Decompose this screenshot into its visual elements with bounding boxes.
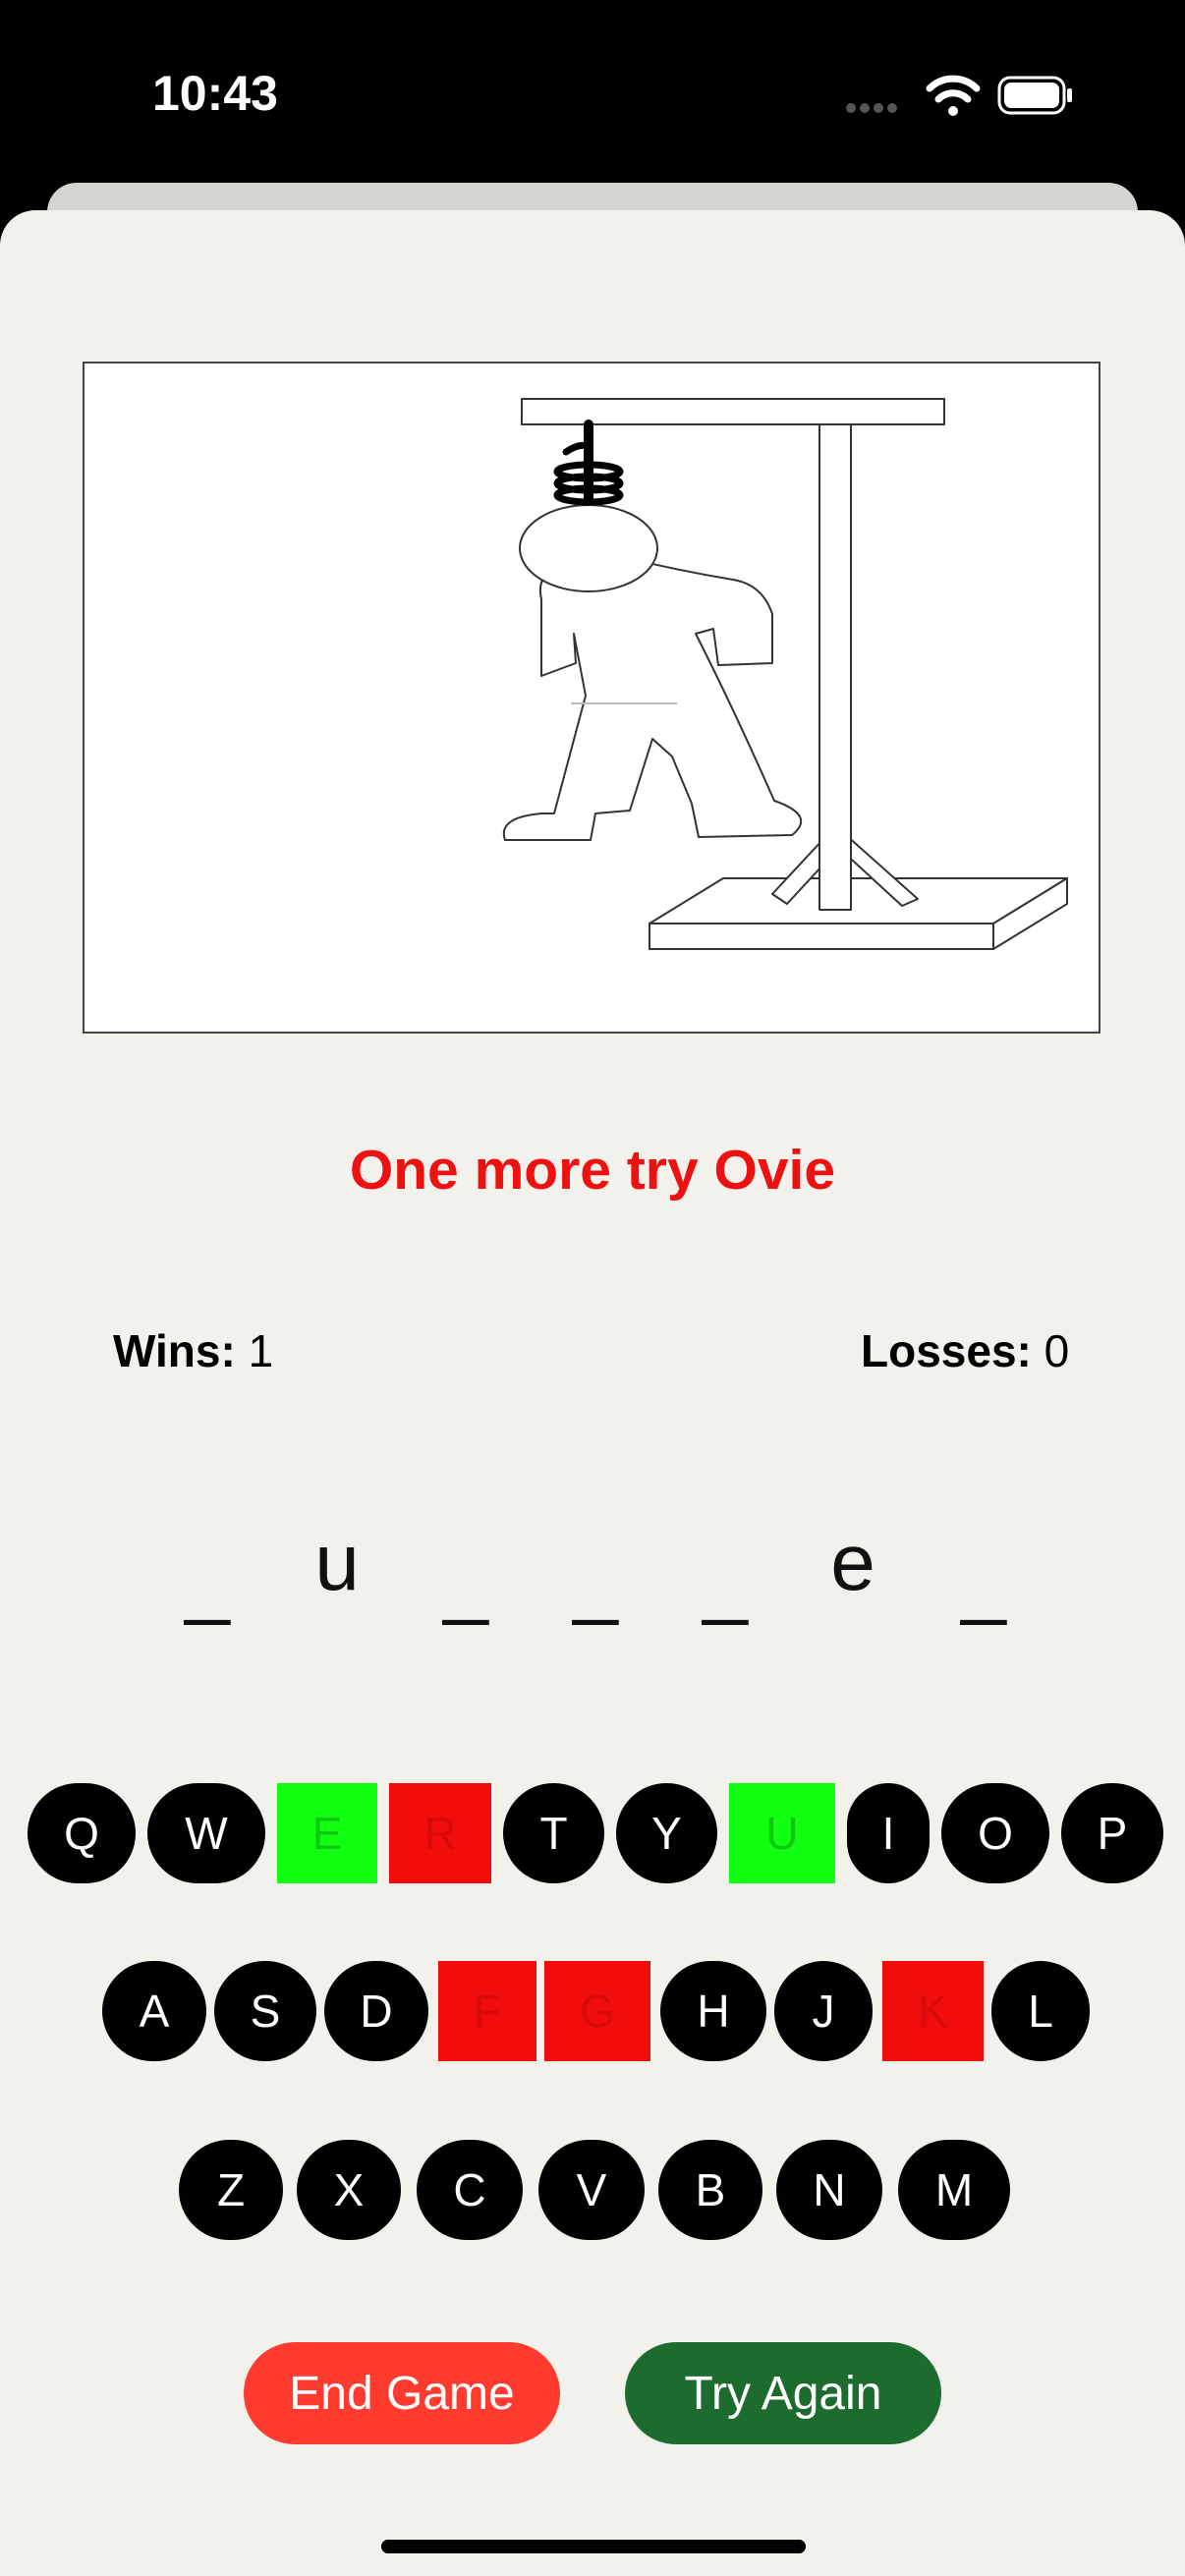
key-w[interactable]: W xyxy=(147,1783,265,1883)
end-game-button[interactable]: End Game xyxy=(244,2342,560,2444)
key-z[interactable]: Z xyxy=(179,2140,283,2240)
word-slot: _ xyxy=(443,1538,488,1627)
hangman-drawing xyxy=(502,398,1068,950)
key-t[interactable]: T xyxy=(503,1783,604,1883)
wins-score: Wins: 1 xyxy=(113,1324,273,1377)
key-o[interactable]: O xyxy=(941,1783,1049,1883)
figure-body xyxy=(502,554,803,841)
noose xyxy=(553,420,624,506)
word-display: _ u _ _ _ e _ xyxy=(0,1497,1185,1654)
gallows-beam xyxy=(521,398,945,425)
key-e[interactable]: E xyxy=(277,1783,377,1883)
battery-icon xyxy=(997,76,1072,115)
key-c[interactable]: C xyxy=(417,2140,523,2240)
gallows-post xyxy=(818,398,852,911)
key-f[interactable]: F xyxy=(438,1961,536,2061)
key-a[interactable]: A xyxy=(102,1961,206,2061)
key-q[interactable]: Q xyxy=(28,1783,136,1883)
key-i[interactable]: I xyxy=(847,1783,930,1883)
wins-value: 1 xyxy=(248,1325,274,1376)
word-slot: _ xyxy=(573,1538,618,1627)
word-slot: e xyxy=(830,1518,875,1607)
losses-value: 0 xyxy=(1044,1325,1070,1376)
key-j[interactable]: J xyxy=(774,1961,873,2061)
try-again-button[interactable]: Try Again xyxy=(625,2342,941,2444)
key-l[interactable]: L xyxy=(991,1961,1090,2061)
hangman-picture xyxy=(83,362,1100,1034)
status-icons xyxy=(845,71,1081,125)
key-h[interactable]: H xyxy=(660,1961,766,2061)
losses-score: Losses: 0 xyxy=(861,1324,1069,1377)
key-y[interactable]: Y xyxy=(616,1783,717,1883)
losses-label: Losses: xyxy=(861,1325,1032,1376)
key-d[interactable]: D xyxy=(324,1961,428,2061)
key-v[interactable]: V xyxy=(538,2140,645,2240)
home-indicator[interactable] xyxy=(381,2540,806,2553)
figure-head xyxy=(519,504,658,592)
word-slot: _ xyxy=(185,1538,230,1627)
gallows-base-front xyxy=(649,923,994,950)
wifi-icon xyxy=(926,75,981,116)
wins-label: Wins: xyxy=(113,1325,236,1376)
word-slot: _ xyxy=(961,1538,1006,1627)
key-n[interactable]: N xyxy=(776,2140,882,2240)
key-k[interactable]: K xyxy=(882,1961,984,2061)
key-b[interactable]: B xyxy=(658,2140,762,2240)
key-m[interactable]: M xyxy=(898,2140,1010,2240)
key-p[interactable]: P xyxy=(1061,1783,1163,1883)
word-slot: u xyxy=(314,1518,360,1607)
game-sheet: One more try Ovie Wins: 1 Losses: 0 _ u … xyxy=(0,210,1185,2576)
game-status-message: One more try Ovie xyxy=(349,1139,836,1202)
word-slot: _ xyxy=(703,1538,748,1627)
key-r[interactable]: R xyxy=(389,1783,491,1883)
key-g[interactable]: G xyxy=(544,1961,650,2061)
key-x[interactable]: X xyxy=(297,2140,401,2240)
status-time: 10:43 xyxy=(152,66,278,121)
cellular-signal-icon xyxy=(846,103,897,113)
key-u[interactable]: U xyxy=(729,1783,835,1883)
status-bar: 10:43 xyxy=(0,0,1185,187)
key-s[interactable]: S xyxy=(214,1961,316,2061)
